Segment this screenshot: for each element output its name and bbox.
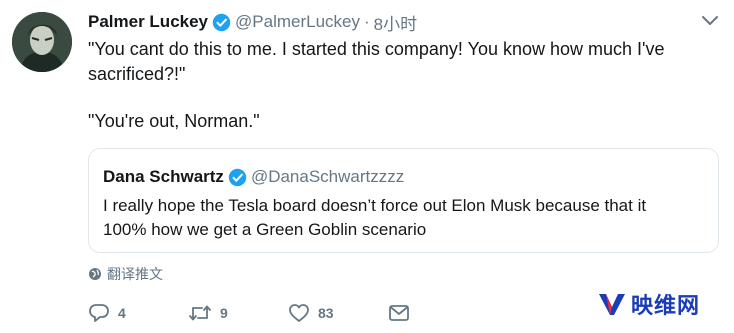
verified-badge-icon: [212, 13, 231, 31]
verified-badge-icon: [228, 168, 247, 186]
envelope-icon: [389, 305, 409, 321]
tweet-text-line: sacrificed?!": [88, 64, 186, 84]
watermark-text: 映维网: [631, 293, 701, 318]
like-button[interactable]: 83: [288, 303, 388, 323]
header-separator: ·: [363, 12, 370, 31]
quoted-author-name: Dana Schwartz: [103, 167, 224, 186]
tweet-header: Palmer Luckey @PalmerLuckey · 8小时: [88, 9, 417, 35]
avatar[interactable]: [12, 12, 72, 72]
reply-button[interactable]: 4: [88, 303, 188, 323]
globe-icon: [89, 268, 101, 280]
tweet-text: "You cant do this to me. I started this …: [88, 37, 708, 134]
watermark-logo: 映维网: [597, 288, 700, 320]
reply-icon: [89, 304, 109, 322]
yivian-logo-icon: [599, 294, 625, 315]
author-name[interactable]: Palmer Luckey: [88, 12, 208, 32]
like-count: 83: [318, 305, 334, 321]
retweet-icon: [189, 305, 211, 321]
heart-icon: [289, 304, 309, 322]
tweet-actions: 4 9 83: [88, 300, 428, 326]
quoted-text-line: I really hope the Tesla board doesn’t fo…: [103, 196, 647, 215]
quoted-tweet-text: I really hope the Tesla board doesn’t fo…: [103, 194, 703, 242]
quoted-author-handle: @DanaSchwartzzzz: [250, 167, 405, 186]
quoted-text-line: 100% how we get a Green Goblin scenario: [103, 220, 427, 239]
tweet-text-line: "You're out, Norman.": [88, 111, 260, 131]
tweet-timestamp[interactable]: 8小时: [374, 10, 417, 35]
retweet-button[interactable]: 9: [188, 303, 288, 323]
quoted-tweet[interactable]: Dana Schwartz @DanaSchwartzzzz I really …: [88, 148, 719, 253]
translate-label: 翻译推文: [107, 266, 163, 282]
retweet-count: 9: [220, 305, 228, 321]
translate-tweet-link[interactable]: 翻译推文: [88, 264, 163, 284]
chevron-down-icon[interactable]: [700, 14, 720, 28]
avatar-image: [12, 12, 72, 72]
quoted-tweet-header: Dana Schwartz @DanaSchwartzzzz: [103, 167, 404, 187]
reply-count: 4: [118, 305, 126, 321]
tweet-text-line: "You cant do this to me. I started this …: [88, 39, 665, 59]
author-handle[interactable]: @PalmerLuckey: [235, 12, 360, 32]
direct-message-button[interactable]: [388, 304, 428, 322]
